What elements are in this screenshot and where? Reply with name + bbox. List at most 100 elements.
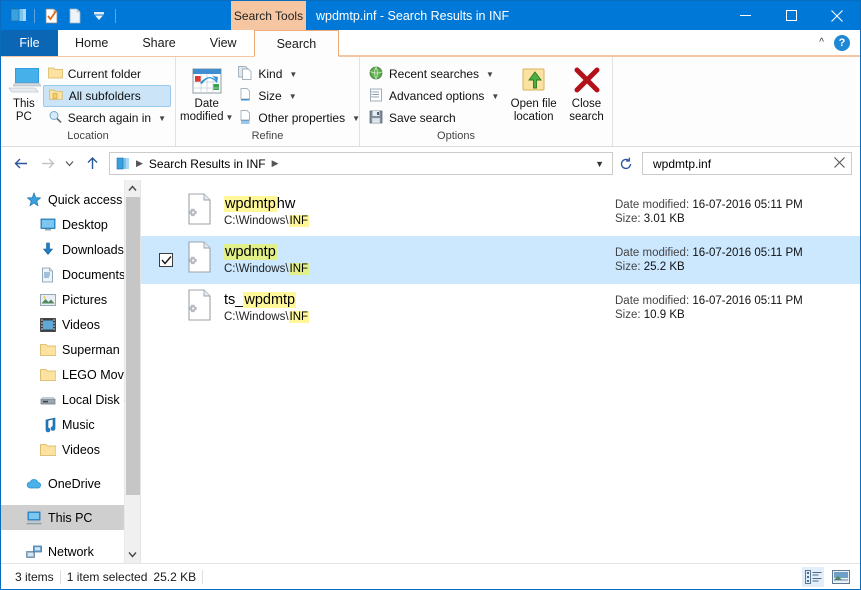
maximize-button[interactable] xyxy=(768,1,814,30)
other-properties-button[interactable]: Other properties ▼ xyxy=(233,107,365,129)
this-pc-button[interactable]: This PC xyxy=(5,60,43,124)
recent-locations-button[interactable] xyxy=(61,152,78,176)
sidebar-item-onedrive[interactable]: OneDrive xyxy=(1,471,140,496)
close-button[interactable] xyxy=(814,1,860,30)
tab-search[interactable]: Search xyxy=(253,30,340,57)
breadcrumb-separator-2[interactable]: ▶ xyxy=(268,158,283,169)
help-icon[interactable]: ? xyxy=(834,34,850,51)
file-list-item[interactable]: wpdmtphw C:\Windows\INF Date modified: 16-… xyxy=(141,188,860,236)
scroll-up-arrow-icon[interactable] xyxy=(125,180,140,197)
ribbon-group-options-label: Options xyxy=(437,130,475,142)
new-folder-icon[interactable] xyxy=(64,5,86,27)
view-buttons xyxy=(802,566,852,587)
advanced-options-icon xyxy=(369,88,384,105)
sidebar-item-this-pc[interactable]: This PC xyxy=(1,505,140,530)
music-icon xyxy=(39,417,56,433)
main-content: Quick access Desktop Downloads Documents Pic… xyxy=(1,180,860,563)
all-subfolders-button[interactable]: All subfolders xyxy=(42,85,171,107)
sidebar-item-desktop[interactable]: Desktop xyxy=(1,212,140,237)
videos-icon xyxy=(39,317,56,333)
file-date-value: 16-07-2016 05:11 PM xyxy=(692,295,803,307)
forward-button[interactable] xyxy=(35,152,59,176)
file-metadata: Date modified: 16-07-2016 05:11 PM Size: … xyxy=(615,247,860,273)
chevron-down-icon: ▼ xyxy=(289,69,298,79)
navigation-scrollbar[interactable] xyxy=(124,180,140,563)
sidebar-item-label: Quick access xyxy=(48,192,123,207)
sidebar-item-quick-access[interactable]: Quick access xyxy=(1,187,140,212)
file-date-value: 16-07-2016 05:11 PM xyxy=(692,199,803,211)
tab-share[interactable]: Share xyxy=(125,30,193,56)
sidebar-item-videos[interactable]: Videos xyxy=(1,437,140,462)
open-file-location-button[interactable]: Open file location xyxy=(508,60,559,124)
sidebar-item-network[interactable]: Network xyxy=(1,539,140,563)
date-modified-button[interactable]: Date modified ▼ xyxy=(180,60,233,124)
calendar-icon xyxy=(192,64,222,98)
recent-searches-button[interactable]: Recent searches ▼ xyxy=(364,63,504,85)
status-selection: 1 item selected xyxy=(66,569,148,584)
file-list[interactable]: wpdmtphw C:\Windows\INF Date modified: 16-… xyxy=(141,180,860,563)
search-input[interactable] xyxy=(651,155,830,172)
chevron-down-icon[interactable]: ▼ xyxy=(589,159,610,169)
breadcrumb-separator-1[interactable]: ▶ xyxy=(132,158,147,169)
this-pc-label-1: This xyxy=(12,98,35,110)
close-search-button[interactable]: Close search xyxy=(565,60,608,124)
back-button[interactable] xyxy=(9,152,33,176)
qat-divider-1 xyxy=(34,8,35,23)
minimize-button[interactable] xyxy=(722,1,768,30)
tab-file[interactable]: File xyxy=(1,30,58,56)
file-list-item[interactable]: ts_wpdmtp C:\Windows\INF Date modified: 16… xyxy=(141,284,860,332)
sidebar-item-documents[interactable]: Documents xyxy=(1,262,140,287)
chevron-down-icon: ▼ xyxy=(486,69,494,79)
current-folder-button[interactable]: Current folder xyxy=(43,63,171,85)
explorer-icon[interactable] xyxy=(7,5,29,27)
chevron-down-icon: ▼ xyxy=(158,113,166,123)
kind-button[interactable]: Kind ▼ xyxy=(233,63,365,85)
close-search-label-1: Close xyxy=(571,98,602,110)
search-box[interactable] xyxy=(642,152,852,175)
file-size-value: 25.2 KB xyxy=(643,261,685,273)
clear-search-icon[interactable] xyxy=(830,156,845,171)
ribbon-tab-strip: File Home Share View Search ^ ? xyxy=(1,30,860,57)
scrollbar-thumb[interactable] xyxy=(126,197,140,495)
minimize-ribbon-icon[interactable]: ^ xyxy=(819,37,824,48)
sidebar-item-pictures[interactable]: Pictures xyxy=(1,287,140,312)
save-search-button[interactable]: Save search xyxy=(364,107,504,129)
details-view-icon[interactable] xyxy=(802,566,824,587)
file-metadata: Date modified: 16-07-2016 05:11 PM Size: … xyxy=(615,199,860,225)
search-again-in-button[interactable]: Search again in ▼ xyxy=(43,107,171,129)
refresh-button[interactable] xyxy=(615,152,637,175)
properties-icon[interactable] xyxy=(40,5,62,27)
customize-caret-icon[interactable] xyxy=(88,5,110,27)
up-button[interactable] xyxy=(80,152,104,176)
downloads-icon xyxy=(39,242,56,258)
sidebar-item-downloads[interactable]: Downloads xyxy=(1,237,140,262)
status-bar: 3 items 1 item selected 25.2 KB xyxy=(1,563,860,589)
file-checkbox[interactable] xyxy=(159,253,173,267)
scroll-down-arrow-icon[interactable] xyxy=(125,546,140,563)
sidebar-item-music[interactable]: Music xyxy=(1,412,140,437)
file-name: wpdmtp xyxy=(224,243,615,261)
navigation-list: Quick access Desktop Downloads Documents Pic… xyxy=(1,187,140,563)
size-button[interactable]: Size ▼ xyxy=(233,85,365,107)
file-date-modified: Date modified: 16-07-2016 05:11 PM xyxy=(615,247,803,259)
file-text: ts_wpdmtp C:\Windows\INF xyxy=(224,291,615,325)
chevron-down-icon: ▼ xyxy=(225,113,234,122)
sidebar-item-superman[interactable]: Superman xyxy=(1,337,140,362)
breadcrumb[interactable]: ▶ Search Results in INF ▶ ▼ xyxy=(109,152,613,175)
tab-view[interactable]: View xyxy=(192,30,254,56)
sidebar-item-local-disk-d[interactable]: Local Disk (D:) xyxy=(1,387,140,412)
sidebar-item-lego-movies[interactable]: LEGO Movies xyxy=(1,362,140,387)
breadcrumb-item-search-results[interactable]: Search Results in INF xyxy=(147,157,268,171)
folder-icon xyxy=(47,66,63,82)
file-name: wpdmtphw xyxy=(224,196,296,212)
advanced-options-button[interactable]: Advanced options ▼ xyxy=(364,85,504,107)
breadcrumb-root-icon[interactable] xyxy=(114,157,132,171)
sidebar-item-videos[interactable]: Videos xyxy=(1,312,140,337)
tab-home[interactable]: Home xyxy=(58,30,126,56)
large-icons-view-icon[interactable] xyxy=(830,567,852,587)
file-path-match: INF xyxy=(288,263,310,275)
star-icon xyxy=(25,191,42,208)
kind-label: Kind xyxy=(258,67,283,81)
nav-gap xyxy=(1,496,140,505)
file-list-item[interactable]: wpdmtp C:\Windows\INF Date modified: 16-07… xyxy=(141,236,860,284)
